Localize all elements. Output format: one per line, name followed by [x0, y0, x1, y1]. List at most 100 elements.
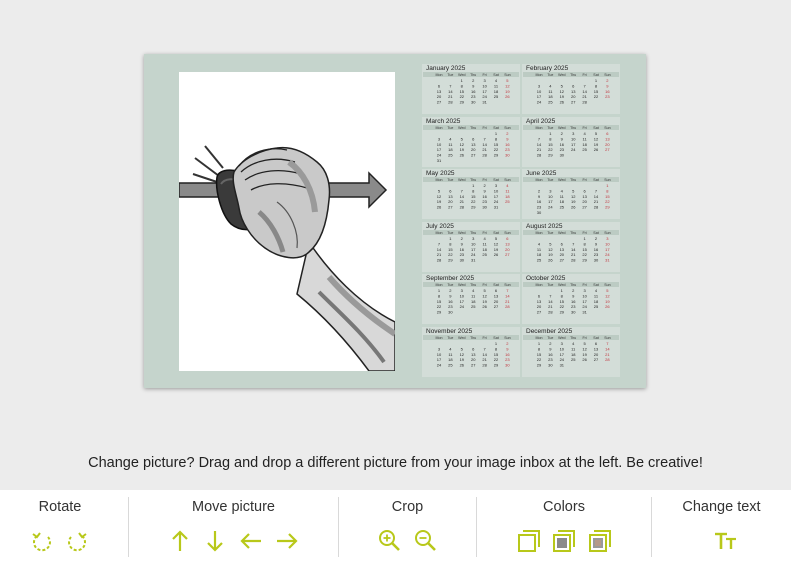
weekday-label: Fri — [482, 178, 486, 182]
day-number: 18 — [571, 351, 576, 356]
weekday-label: Sat — [593, 126, 598, 130]
weekday-label: Sun — [604, 283, 610, 287]
rotate-right-button[interactable] — [64, 528, 90, 554]
day-number: 5 — [606, 288, 609, 293]
month-days: MonTueWedThuFriSatSun1234567891011121314… — [423, 124, 519, 163]
move-left-button[interactable] — [238, 528, 264, 554]
day-number: 2 — [606, 78, 609, 83]
picture-frame[interactable] — [179, 72, 395, 371]
day-number: 14 — [571, 246, 576, 251]
day-number: 2 — [506, 341, 509, 346]
weekday-label: Thu — [470, 126, 476, 130]
day-number: 2 — [506, 131, 509, 136]
day-number: 5 — [595, 131, 598, 136]
move-up-button[interactable] — [167, 528, 193, 554]
day-number: 18 — [482, 246, 487, 251]
day-number: 28 — [437, 257, 442, 262]
weekday-label: Tue — [447, 73, 453, 77]
day-number: 19 — [605, 299, 610, 304]
day-number: 1 — [606, 183, 609, 188]
day-number: 1 — [495, 341, 498, 346]
month-days: MonTueWedThuFriSatSun1234567891011121314… — [423, 282, 519, 315]
day-number: 26 — [437, 205, 442, 210]
day-number: 23 — [560, 147, 565, 152]
weekday-label: Thu — [570, 336, 576, 340]
day-number: 8 — [472, 188, 475, 193]
day-number: 17 — [605, 246, 610, 251]
month-block: October 2025 Mon Tue Wed Thu Fri Sat Sun 1 2 3 4 5 6 7… — [522, 274, 620, 324]
day-number: 13 — [537, 299, 542, 304]
day-number: 10 — [437, 351, 442, 356]
zoom-in-button[interactable] — [377, 528, 403, 554]
month-title: May 2025 — [426, 170, 455, 177]
day-number: 23 — [471, 94, 476, 99]
day-number: 26 — [594, 147, 599, 152]
weekday-label: Fri — [482, 126, 486, 130]
color-outline-button[interactable] — [516, 528, 542, 554]
weekday-label: Wed — [558, 178, 565, 182]
day-number: 6 — [606, 131, 609, 136]
day-number: 29 — [494, 362, 499, 367]
day-number: 30 — [460, 257, 465, 262]
day-number: 24 — [482, 94, 487, 99]
weekday-label: Mon — [536, 283, 543, 287]
weekday-label: Sun — [504, 336, 510, 340]
color-grey-button[interactable] — [551, 528, 577, 554]
day-number: 3 — [606, 236, 609, 241]
day-number: 7 — [606, 341, 609, 346]
day-number: 14 — [437, 246, 442, 251]
day-number: 20 — [494, 299, 499, 304]
day-number: 4 — [495, 78, 498, 83]
day-number: 23 — [605, 94, 610, 99]
day-number: 13 — [594, 346, 599, 351]
day-number: 29 — [437, 310, 442, 315]
day-number: 24 — [605, 252, 610, 257]
weekday-label: Thu — [570, 126, 576, 130]
change-text-group: Change text — [652, 490, 791, 565]
day-number: 8 — [438, 293, 441, 298]
weekday-label: Tue — [547, 231, 553, 235]
day-number: 17 — [582, 299, 587, 304]
change-text-button[interactable] — [713, 528, 739, 554]
day-number: 16 — [594, 246, 599, 251]
rotate-group: Rotate — [0, 490, 120, 565]
zoom-out-icon — [415, 530, 436, 551]
day-number: 15 — [494, 141, 499, 146]
zoom-out-button[interactable] — [413, 528, 439, 554]
day-number: 2 — [595, 236, 598, 241]
weekday-label: Thu — [470, 336, 476, 340]
month-block: May 2025 Mon Tue Wed Thu Fri Sat Sun 1 2 3 4 5 6 7 8 9 10… — [422, 169, 520, 219]
weekday-label: Sun — [604, 73, 610, 77]
day-number: 10 — [560, 346, 565, 351]
weekday-label: Sat — [493, 231, 498, 235]
day-number: 14 — [448, 89, 453, 94]
rotate-left-button[interactable] — [29, 528, 55, 554]
day-number: 28 — [460, 205, 465, 210]
day-number: 25 — [537, 257, 542, 262]
weekday-label: Fri — [582, 283, 586, 287]
month-days: MonTueWedThuFriSatSun1234567891011121314… — [523, 72, 619, 105]
day-number: 14 — [460, 194, 465, 199]
move-down-button[interactable] — [202, 528, 228, 554]
day-number: 16 — [505, 351, 510, 356]
day-number: 11 — [448, 351, 453, 356]
day-number: 15 — [548, 141, 553, 146]
day-number: 7 — [483, 136, 486, 141]
day-number: 23 — [537, 205, 542, 210]
day-number: 11 — [494, 83, 499, 88]
weekday-label: Sun — [604, 336, 610, 340]
month-block: August 2025 Mon Tue Wed Thu Fri Sat Sun 1 2 3 4 5 6 7 8… — [522, 221, 620, 272]
move-right-button[interactable] — [274, 528, 300, 554]
day-number: 25 — [594, 304, 599, 309]
weekday-label: Sun — [504, 126, 510, 130]
weekday-label: Fri — [482, 73, 486, 77]
day-number: 12 — [460, 351, 465, 356]
day-number: 22 — [460, 94, 465, 99]
day-number: 5 — [561, 83, 564, 88]
crop-title: Crop — [391, 499, 424, 515]
color-mixed-button[interactable] — [587, 528, 613, 554]
day-number: 31 — [494, 205, 499, 210]
day-number: 15 — [605, 194, 610, 199]
day-number: 24 — [437, 362, 442, 367]
day-number: 23 — [460, 252, 465, 257]
